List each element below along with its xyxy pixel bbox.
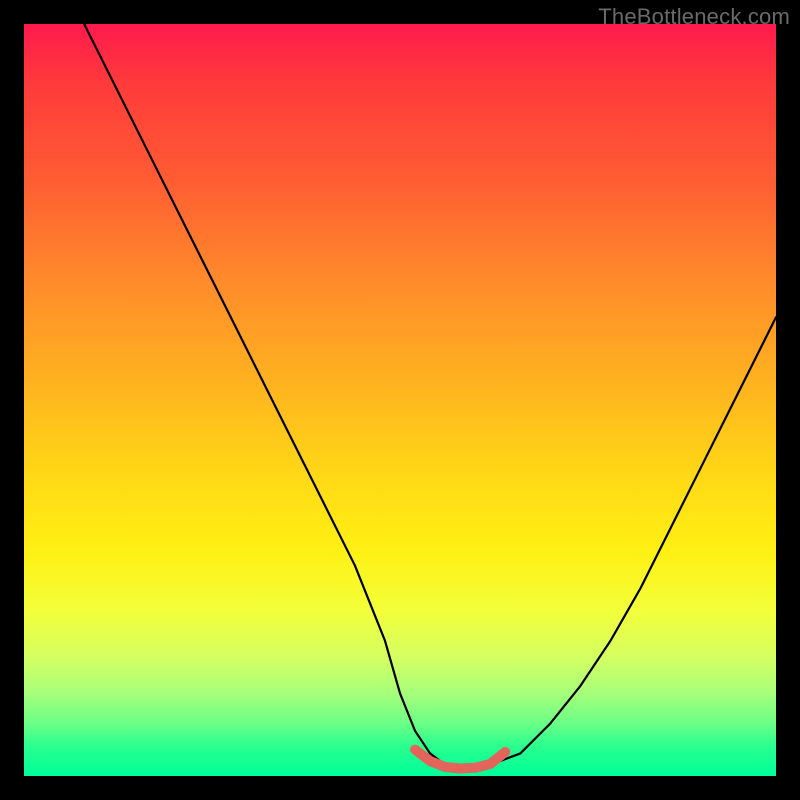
plot-area	[24, 24, 776, 776]
chart-frame: TheBottleneck.com	[0, 0, 800, 800]
valley-highlight	[24, 24, 776, 776]
